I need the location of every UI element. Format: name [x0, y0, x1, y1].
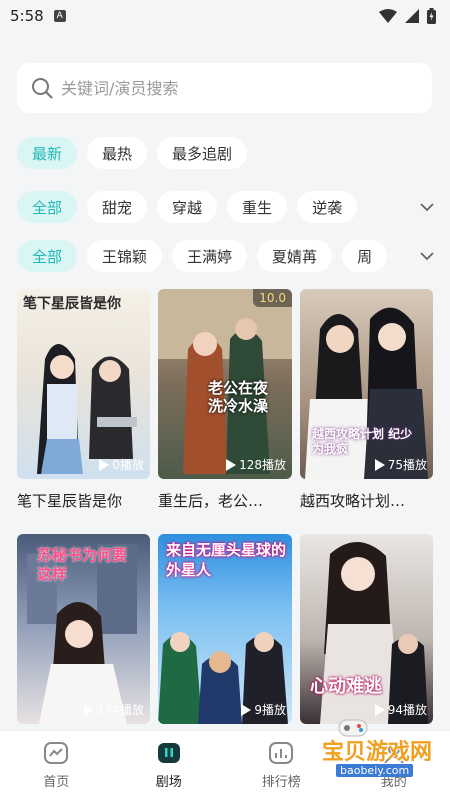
play-count: 75播放: [374, 456, 427, 473]
drama-card[interactable]: 笔下星辰皆是你 0播放 笔下星辰皆是你: [17, 289, 150, 534]
play-count: 128播放: [225, 456, 286, 473]
play-icon: [374, 458, 385, 471]
drama-poster[interactable]: 苏秘书为何要这样 174播放: [17, 534, 150, 724]
play-count-text: 9播放: [254, 703, 286, 717]
tab-home[interactable]: 首页: [16, 741, 96, 790]
genre-tab-all[interactable]: 全部: [17, 191, 78, 223]
play-count: 0播放: [98, 456, 144, 473]
poster-art-1: [37, 344, 137, 474]
actor-tab-1[interactable]: 王锦颖: [87, 240, 163, 272]
sort-tab-hottest[interactable]: 最热: [87, 137, 148, 169]
watermark-text: 宝贝游戏网: [322, 740, 433, 765]
actor-tabs: 全部 王锦颖 王满婷 夏婧苒 周: [17, 240, 388, 272]
actor-tab-all[interactable]: 全部: [17, 240, 78, 272]
play-icon: [99, 458, 110, 471]
sort-tab-newest[interactable]: 最新: [17, 137, 78, 169]
play-count-text: 128播放: [239, 458, 286, 472]
drama-title[interactable]: 笔下星辰皆是你: [17, 490, 150, 511]
drama-grid: 笔下星辰皆是你 0播放 笔下星辰皆是你 10.0 老公在夜洗冷水澡 128播放: [17, 289, 433, 758]
battery-icon: [427, 8, 436, 24]
actor-tab-4[interactable]: 周: [342, 240, 388, 272]
actor-tab-2[interactable]: 王满婷: [172, 240, 248, 272]
drama-card[interactable]: 10.0 老公在夜洗冷水澡 128播放 重生后，老公…: [158, 289, 292, 534]
tab-label: 首页: [43, 775, 70, 790]
play-count: 174播放: [83, 701, 144, 718]
search-bar[interactable]: [17, 63, 432, 113]
drama-card[interactable]: 苏秘书为何要这样 174播放: [17, 534, 150, 758]
drama-poster[interactable]: 笔下星辰皆是你 0播放: [17, 289, 150, 479]
actor-expand-chevron-icon[interactable]: [420, 249, 434, 263]
poster-title-text: 苏秘书为何要这样: [37, 546, 128, 583]
poster-title-text: 越西攻略计划 纪少为我疯: [312, 427, 413, 456]
poster-title-text: 来自无厘头星球的外星人: [166, 541, 287, 579]
status-bar: 5:58 A: [0, 0, 450, 32]
watermark-logo: 宝贝游戏网 baobeiy.com: [320, 719, 440, 784]
genre-expand-chevron-icon[interactable]: [420, 200, 434, 214]
sort-tabs: 最新 最热 最多追剧: [17, 137, 248, 169]
genre-tab-rebirth[interactable]: 重生: [227, 191, 288, 223]
rank-icon: [269, 742, 294, 764]
drama-poster[interactable]: 来自无厘头星球的外星人 9播放: [158, 534, 292, 724]
play-count-text: 0播放: [112, 458, 144, 472]
play-icon: [374, 703, 385, 716]
play-count-text: 174播放: [97, 703, 144, 717]
notification-icon: A: [53, 10, 66, 22]
play-icon: [84, 703, 95, 716]
signal-icon: [405, 9, 419, 23]
play-icon: [241, 703, 252, 716]
search-icon: [32, 78, 53, 99]
drama-card[interactable]: 越西攻略计划 纪少为我疯 75播放 越西攻略计划…: [300, 289, 433, 534]
play-icon: [226, 458, 237, 471]
play-count: 94播放: [374, 701, 427, 718]
genre-tab-sweet[interactable]: 甜宠: [87, 191, 148, 223]
genre-tabs: 全部 甜宠 穿越 重生 逆袭: [17, 191, 358, 223]
play-count: 9播放: [240, 701, 286, 718]
actor-tab-3[interactable]: 夏婧苒: [257, 240, 333, 272]
tab-ranking[interactable]: 排行榜: [241, 741, 321, 790]
drama-poster[interactable]: 越西攻略计划 纪少为我疯 75播放: [300, 289, 433, 479]
tab-theater[interactable]: 剧场: [129, 741, 209, 790]
tab-label: 排行榜: [261, 775, 301, 790]
score-badge: 10.0: [253, 289, 292, 307]
poster-title-text: 笔下星辰皆是你: [23, 296, 121, 312]
search-input[interactable]: [61, 78, 401, 98]
genre-tab-counterattack[interactable]: 逆袭: [297, 191, 358, 223]
wifi-icon: [379, 9, 397, 23]
poster-title-text: 老公在夜洗冷水澡: [208, 379, 269, 415]
tab-label: 剧场: [155, 775, 182, 790]
play-count-text: 75播放: [387, 458, 427, 472]
theater-icon: [157, 743, 180, 763]
drama-poster[interactable]: 心动难逃 94播放: [300, 534, 433, 724]
drama-card[interactable]: 来自无厘头星球的外星人 9播放: [158, 534, 292, 758]
sort-tab-most-followed[interactable]: 最多追剧: [157, 137, 248, 169]
genre-tab-time-travel[interactable]: 穿越: [157, 191, 218, 223]
play-count-text: 94播放: [387, 703, 427, 717]
drama-poster[interactable]: 10.0 老公在夜洗冷水澡 128播放: [158, 289, 292, 479]
poster-title-text: 心动难逃: [310, 676, 382, 697]
watermark-url: baobeiy.com: [336, 764, 414, 777]
home-icon: [44, 742, 69, 764]
status-time: 5:58: [10, 7, 44, 25]
drama-title[interactable]: 重生后，老公…: [158, 490, 292, 511]
drama-title[interactable]: 越西攻略计划…: [300, 490, 433, 511]
